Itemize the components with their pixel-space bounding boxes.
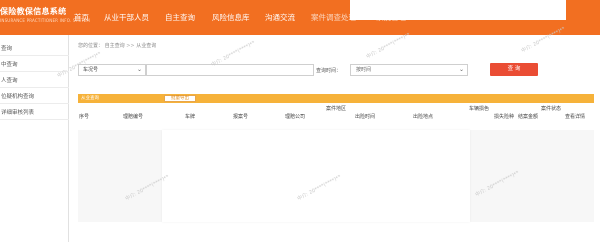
sidebar-item-review-list[interactable]: 详细审核列表 bbox=[0, 106, 69, 120]
column-header-insurer: 理赔公司 bbox=[285, 114, 306, 120]
results-table-body bbox=[162, 130, 470, 222]
sidebar-item-query[interactable]: 查询 bbox=[0, 42, 69, 56]
sidebar-item-vehicle-query[interactable]: 中查询 bbox=[0, 58, 69, 72]
nav-item-practitioners[interactable]: 从业干部人员 bbox=[104, 12, 149, 23]
query-time-select[interactable]: 按时间 ⌄ bbox=[350, 64, 468, 76]
results-toolbar: 从业查询 批量导出 bbox=[78, 94, 594, 103]
query-time-value: 按时间 bbox=[356, 67, 372, 73]
breadcrumb-item-current: 从业查询 bbox=[136, 43, 157, 49]
sidebar-item-org-query[interactable]: 位疑机构查询 bbox=[0, 90, 69, 104]
nav-item-risk-library[interactable]: 风险信息库 bbox=[212, 12, 250, 23]
search-type-value: 车况号 bbox=[83, 67, 99, 73]
chevron-down-icon: ⌄ bbox=[458, 66, 464, 73]
search-type-select[interactable]: 车况号 ⌄ bbox=[78, 64, 146, 76]
nav-item-self-query[interactable]: 自主查询 bbox=[165, 12, 195, 23]
breadcrumb-item-self-query[interactable]: 自主查询 bbox=[105, 43, 125, 49]
column-header-plate: 车牌 bbox=[185, 114, 196, 120]
column-header-settled-amount: 结案金额 bbox=[518, 114, 539, 120]
sidebar: 查询 中查询 人查询 位疑机构查询 详细审核列表 bbox=[0, 35, 69, 242]
nav-item-communication[interactable]: 沟通交流 bbox=[265, 12, 295, 23]
app-root: 保险教保信息系统 INSURANCE PRACTITIONER INFO. SY… bbox=[0, 0, 600, 242]
column-header-report-no: 报案号 bbox=[233, 114, 249, 120]
breadcrumb-prefix: 您的位置： bbox=[78, 43, 104, 49]
breadcrumb: 您的位置： 自主查询 >> 从业查询 bbox=[78, 42, 156, 49]
results-table-header: 序号 理赔编号 车牌 报案号 理赔公司 案件地区 出险时间 出险地点 车辆损色 … bbox=[78, 106, 594, 130]
query-button[interactable]: 查 询 bbox=[490, 63, 538, 76]
top-navigation-bar: 保险教保信息系统 INSURANCE PRACTITIONER INFO. SY… bbox=[0, 0, 600, 35]
column-header-accident-time: 出险时间 bbox=[355, 114, 376, 120]
column-header-vehicle-color: 车辆损色 bbox=[469, 106, 490, 112]
column-header-details: 查看详情 bbox=[565, 114, 586, 120]
column-header-accident-place: 出险地点 bbox=[413, 114, 434, 120]
column-header-claim-no: 理赔编号 bbox=[123, 114, 144, 120]
column-header-loss-type: 损失险种 bbox=[494, 114, 515, 120]
breadcrumb-separator: >> bbox=[126, 43, 135, 49]
column-header-case-status: 案件状态 bbox=[541, 106, 562, 112]
nav-item-home[interactable]: 首页 bbox=[74, 12, 89, 23]
column-header-region: 案件地区 bbox=[326, 106, 347, 112]
brand-title: 保险教保信息系统 bbox=[0, 7, 67, 16]
batch-export-button[interactable]: 批量导出 bbox=[164, 95, 196, 102]
search-input[interactable] bbox=[146, 64, 314, 76]
query-time-label: 查询时间： bbox=[316, 68, 342, 74]
column-header-index: 序号 bbox=[79, 114, 90, 120]
results-title: 从业查询 bbox=[81, 96, 99, 101]
brand-logo: 保险教保信息系统 INSURANCE PRACTITIONER INFO. SY… bbox=[0, 6, 90, 32]
header-overlay bbox=[350, 0, 566, 20]
chevron-down-icon: ⌄ bbox=[136, 66, 142, 73]
watermark-text: 中介: 20****(****)** bbox=[365, 32, 412, 61]
